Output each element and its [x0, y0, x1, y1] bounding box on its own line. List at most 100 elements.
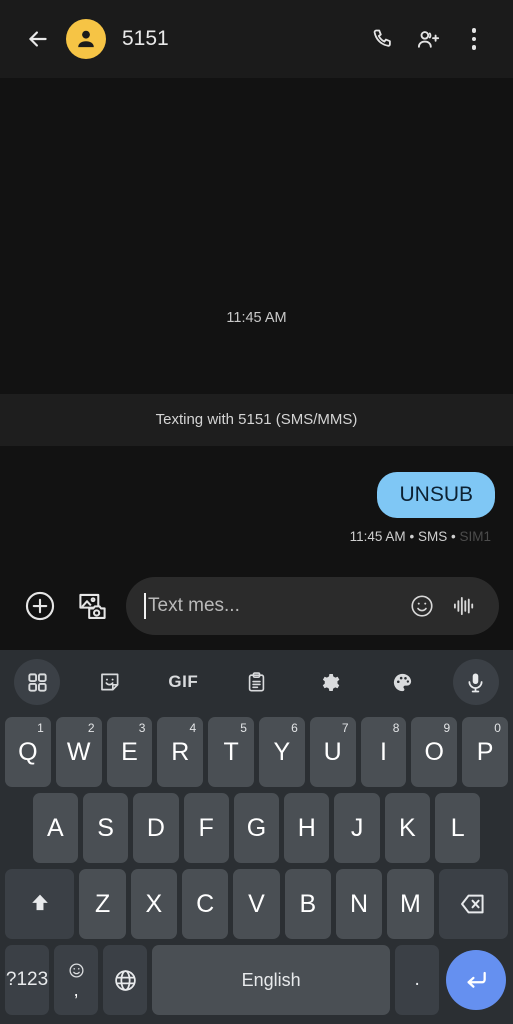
key-t[interactable]: 5T [208, 717, 254, 787]
key-w-number: 2 [87, 721, 95, 735]
conversation-timestamp: 11:45 AM [226, 310, 287, 326]
keyboard-row-3: Z X C V B N M [3, 866, 510, 942]
key-j[interactable]: J [334, 793, 380, 863]
key-v-label: V [248, 889, 265, 918]
key-p-number: 0 [494, 721, 501, 735]
key-d[interactable]: D [133, 793, 179, 863]
key-h[interactable]: H [284, 793, 330, 863]
apps-grid-button[interactable] [14, 659, 60, 705]
person-avatar-icon [73, 26, 99, 52]
key-a[interactable]: A [32, 793, 78, 863]
sms-service-banner: Texting with 5151 (SMS/MMS) [0, 394, 513, 446]
space-key[interactable]: English [152, 945, 391, 1015]
key-f[interactable]: F [183, 793, 229, 863]
language-switch-key[interactable] [103, 945, 148, 1015]
key-g-label: G [246, 813, 267, 842]
voice-record-button[interactable] [443, 585, 485, 627]
meta-separator-1: • [409, 529, 415, 544]
period-key-label: . [414, 969, 420, 990]
key-j-label: J [350, 813, 364, 842]
key-r[interactable]: 4R [157, 717, 204, 787]
key-s-label: S [97, 813, 114, 842]
palette-icon [391, 671, 414, 694]
row2-right-spacer [485, 793, 508, 863]
key-u-number: 7 [341, 721, 349, 735]
avatar[interactable] [66, 19, 106, 59]
key-n[interactable]: N [335, 869, 383, 939]
key-u[interactable]: 7U [309, 717, 356, 787]
key-w[interactable]: 2W [55, 717, 102, 787]
app-bar: 5151 [0, 0, 513, 78]
key-l[interactable]: L [435, 793, 481, 863]
key-z[interactable]: Z [79, 869, 126, 939]
key-p[interactable]: 0P [462, 717, 508, 787]
gallery-button[interactable] [66, 580, 118, 632]
key-y-label: Y [273, 737, 291, 766]
key-q-label: Q [18, 737, 38, 766]
key-r-label: R [171, 737, 190, 766]
key-x-label: X [145, 889, 163, 918]
backspace-key[interactable] [438, 869, 508, 939]
key-n-label: N [350, 889, 369, 918]
key-o[interactable]: 9O [411, 717, 458, 787]
gif-button[interactable]: GIF [160, 659, 206, 705]
key-k[interactable]: K [384, 793, 431, 863]
emoji-comma-combo: , [68, 962, 85, 999]
message-input-placeholder: Text mes... [148, 595, 240, 616]
key-c[interactable]: C [182, 869, 229, 939]
key-y-number: 6 [291, 721, 298, 735]
theme-palette-button[interactable] [380, 659, 426, 705]
clipboard-button[interactable] [233, 659, 279, 705]
back-button[interactable] [16, 17, 60, 61]
message-input-bar: Text mes... [0, 562, 513, 650]
enter-return-icon [463, 967, 489, 993]
emoji-smiley-icon [68, 962, 85, 979]
meta-separator-2: • [450, 529, 456, 544]
key-i[interactable]: 8I [360, 717, 407, 787]
key-z-label: Z [94, 889, 111, 918]
keyboard-settings-button[interactable] [307, 659, 353, 705]
message-bubble-outgoing[interactable]: UNSUB [377, 472, 495, 518]
key-l-label: L [450, 813, 465, 842]
key-g[interactable]: G [233, 793, 280, 863]
message-row: UNSUB [18, 472, 495, 518]
key-m[interactable]: M [387, 869, 434, 939]
enter-key[interactable] [444, 945, 508, 1015]
key-m-label: M [399, 889, 421, 918]
period-key[interactable]: . [395, 945, 440, 1015]
add-person-button[interactable] [405, 16, 451, 62]
sticker-button[interactable] [87, 659, 133, 705]
key-x[interactable]: X [130, 869, 178, 939]
voice-input-button[interactable] [452, 659, 499, 705]
key-d-label: D [146, 813, 165, 842]
message-text-field[interactable]: Text mes... [126, 577, 499, 635]
gif-icon: GIF [168, 672, 199, 691]
more-vertical-icon [471, 28, 477, 50]
emoji-smiley-icon [409, 593, 435, 619]
key-c-label: C [196, 889, 215, 918]
conversation-area: 11:45 AM Texting with 5151 (SMS/MMS) UNS… [0, 78, 513, 562]
key-i-label: I [380, 737, 387, 766]
emoji-button[interactable] [401, 585, 443, 627]
phone-call-icon [370, 27, 394, 51]
key-r-number: 4 [189, 721, 197, 735]
message-metadata: 11:45 AM • SMS • SIM1 [18, 529, 495, 544]
overflow-menu-button[interactable] [451, 16, 497, 62]
key-v[interactable]: V [233, 869, 280, 939]
key-e-number: 3 [138, 721, 146, 735]
call-button[interactable] [359, 16, 405, 62]
symbols-key[interactable]: ?123 [5, 945, 50, 1015]
symbols-key-label: ?123 [5, 969, 49, 990]
message-time: 11:45 AM [349, 529, 406, 544]
shift-key[interactable] [5, 869, 75, 939]
key-q[interactable]: 1Q [5, 717, 51, 787]
apps-grid-icon [26, 671, 49, 694]
key-b[interactable]: B [284, 869, 331, 939]
key-y[interactable]: 6Y [258, 717, 305, 787]
add-person-icon [416, 27, 441, 52]
gallery-camera-icon [76, 590, 109, 623]
key-e[interactable]: 3E [106, 717, 153, 787]
attach-button[interactable] [14, 580, 66, 632]
key-s[interactable]: S [82, 793, 129, 863]
emoji-comma-key[interactable]: , [54, 945, 99, 1015]
